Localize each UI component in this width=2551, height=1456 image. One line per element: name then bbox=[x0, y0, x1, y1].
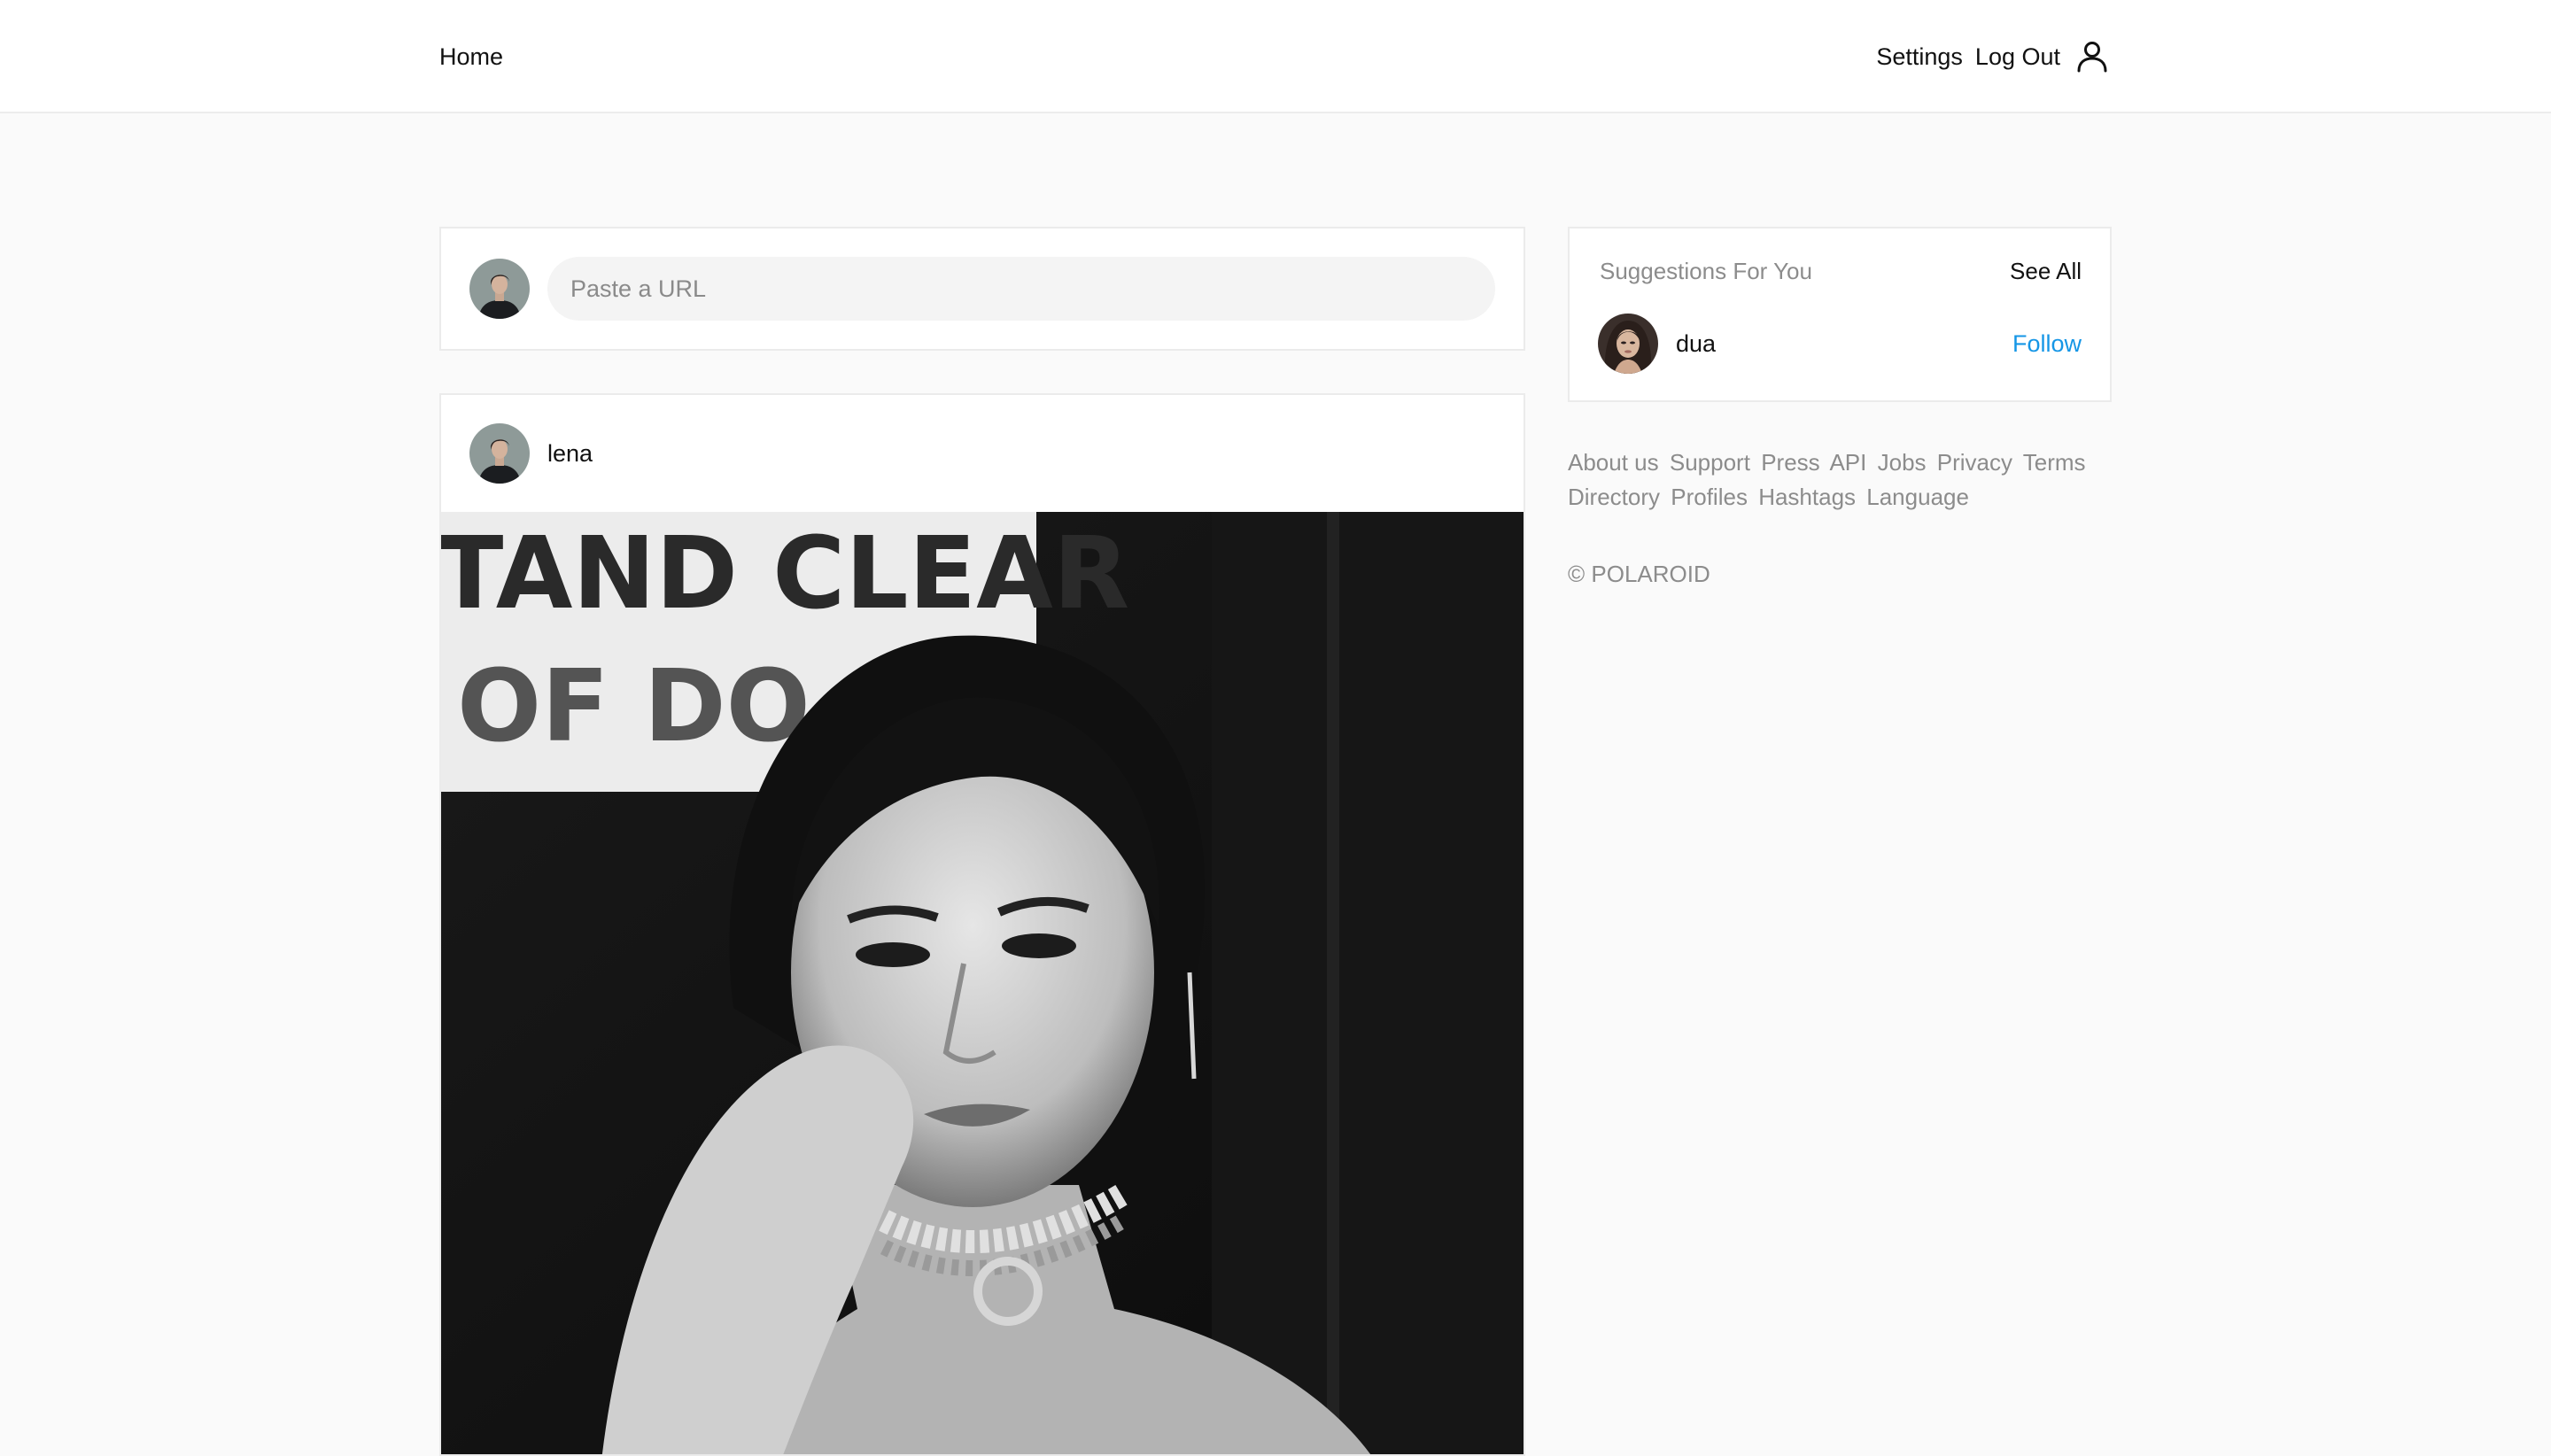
url-input[interactable] bbox=[547, 257, 1495, 321]
footer-link-directory[interactable]: Directory bbox=[1568, 484, 1660, 510]
sign-text-line-2: OF DO bbox=[457, 649, 810, 764]
follow-button[interactable]: Follow bbox=[2012, 326, 2082, 361]
footer-link-hashtags[interactable]: Hashtags bbox=[1758, 484, 1856, 510]
nav-settings-link[interactable]: Settings bbox=[1876, 39, 1963, 74]
nav-logout-link[interactable]: Log Out bbox=[1975, 39, 2060, 74]
suggested-user-avatar-image bbox=[1598, 314, 1658, 374]
post-author-name[interactable]: lena bbox=[547, 436, 593, 471]
footer-link-profiles[interactable]: Profiles bbox=[1671, 484, 1748, 510]
current-user-avatar[interactable] bbox=[469, 259, 530, 319]
suggested-user-avatar[interactable] bbox=[1598, 314, 1658, 374]
footer-links: About us Support Press API Jobs Privacy … bbox=[1568, 445, 2099, 515]
user-icon-graphic bbox=[2077, 42, 2107, 73]
see-all-link[interactable]: See All bbox=[2010, 253, 2082, 289]
top-navigation-bar: Home Settings Log Out bbox=[0, 0, 2551, 113]
post-author-avatar[interactable] bbox=[469, 423, 530, 484]
user-icon[interactable] bbox=[2073, 37, 2112, 76]
footer-link-jobs[interactable]: Jobs bbox=[1878, 449, 1927, 476]
nav-right-group: Settings Log Out bbox=[1876, 35, 2112, 78]
footer-link-terms[interactable]: Terms bbox=[2023, 449, 2086, 476]
sign-text-line-1: TAND CLEAR bbox=[441, 516, 1129, 631]
footer-link-press[interactable]: Press bbox=[1761, 449, 1819, 476]
current-user-avatar-image bbox=[469, 259, 530, 319]
suggestions-title: Suggestions For You bbox=[1600, 258, 1812, 284]
post-author-avatar-image bbox=[469, 423, 530, 484]
footer-link-support[interactable]: Support bbox=[1670, 449, 1750, 476]
suggestions-card: Suggestions For You See All dua Follow bbox=[1568, 227, 2112, 402]
footer-link-privacy[interactable]: Privacy bbox=[1937, 449, 2012, 476]
post-card: lena TAND CLEAR OF DO bbox=[439, 393, 1525, 1456]
footer-link-api[interactable]: API bbox=[1829, 449, 1866, 476]
suggested-user-name[interactable]: dua bbox=[1676, 326, 1716, 361]
nav-home-link[interactable]: Home bbox=[439, 39, 503, 74]
footer-link-language[interactable]: Language bbox=[1866, 484, 1969, 510]
footer-link-about-us[interactable]: About us bbox=[1568, 449, 1659, 476]
post-photo-image: TAND CLEAR OF DO bbox=[441, 512, 1524, 1454]
post-photo[interactable]: TAND CLEAR OF DO bbox=[441, 512, 1524, 1454]
copyright-text: © POLAROID bbox=[1568, 561, 1710, 587]
url-composer-card bbox=[439, 227, 1525, 351]
